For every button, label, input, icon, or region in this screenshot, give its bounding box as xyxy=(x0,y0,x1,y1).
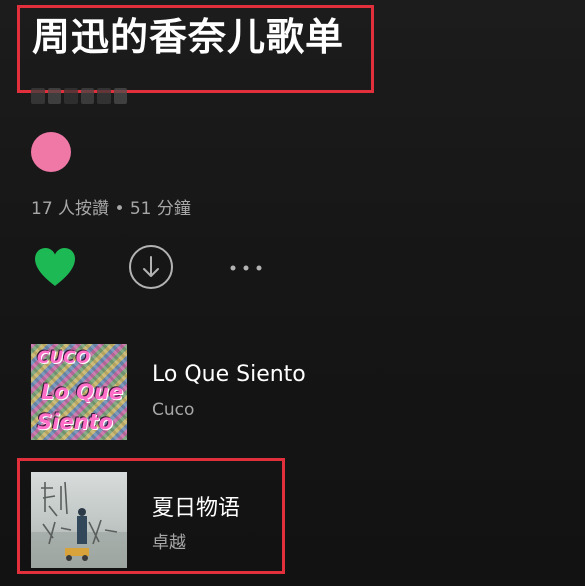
playlist-title: 周迅的香奈儿歌单 xyxy=(32,15,345,59)
cover-text: Lo Que xyxy=(41,380,124,404)
download-icon xyxy=(129,245,173,289)
album-cover: CUCO Lo Que Siento xyxy=(31,344,127,440)
more-icon xyxy=(230,265,262,271)
playlist-screen: 周迅的香奈儿歌单 17 人按讚 • 51 分鐘 CUCO Lo Que Sien… xyxy=(0,0,585,586)
like-button[interactable] xyxy=(32,246,78,288)
track-artist: Cuco xyxy=(152,400,195,420)
owner-avatar[interactable] xyxy=(31,132,71,172)
more-options-button[interactable] xyxy=(226,256,270,280)
download-button[interactable] xyxy=(128,244,174,290)
owner-name-blurred[interactable] xyxy=(31,84,127,108)
cover-text: Siento xyxy=(37,410,113,434)
track-highlight-box xyxy=(17,458,285,574)
heart-icon xyxy=(35,248,75,286)
track-title: Lo Que Siento xyxy=(152,362,306,387)
playlist-meta: 17 人按讚 • 51 分鐘 xyxy=(31,199,191,219)
cover-text: CUCO xyxy=(37,348,91,368)
track-row[interactable]: CUCO Lo Que Siento Lo Que Siento Cuco xyxy=(0,340,585,444)
